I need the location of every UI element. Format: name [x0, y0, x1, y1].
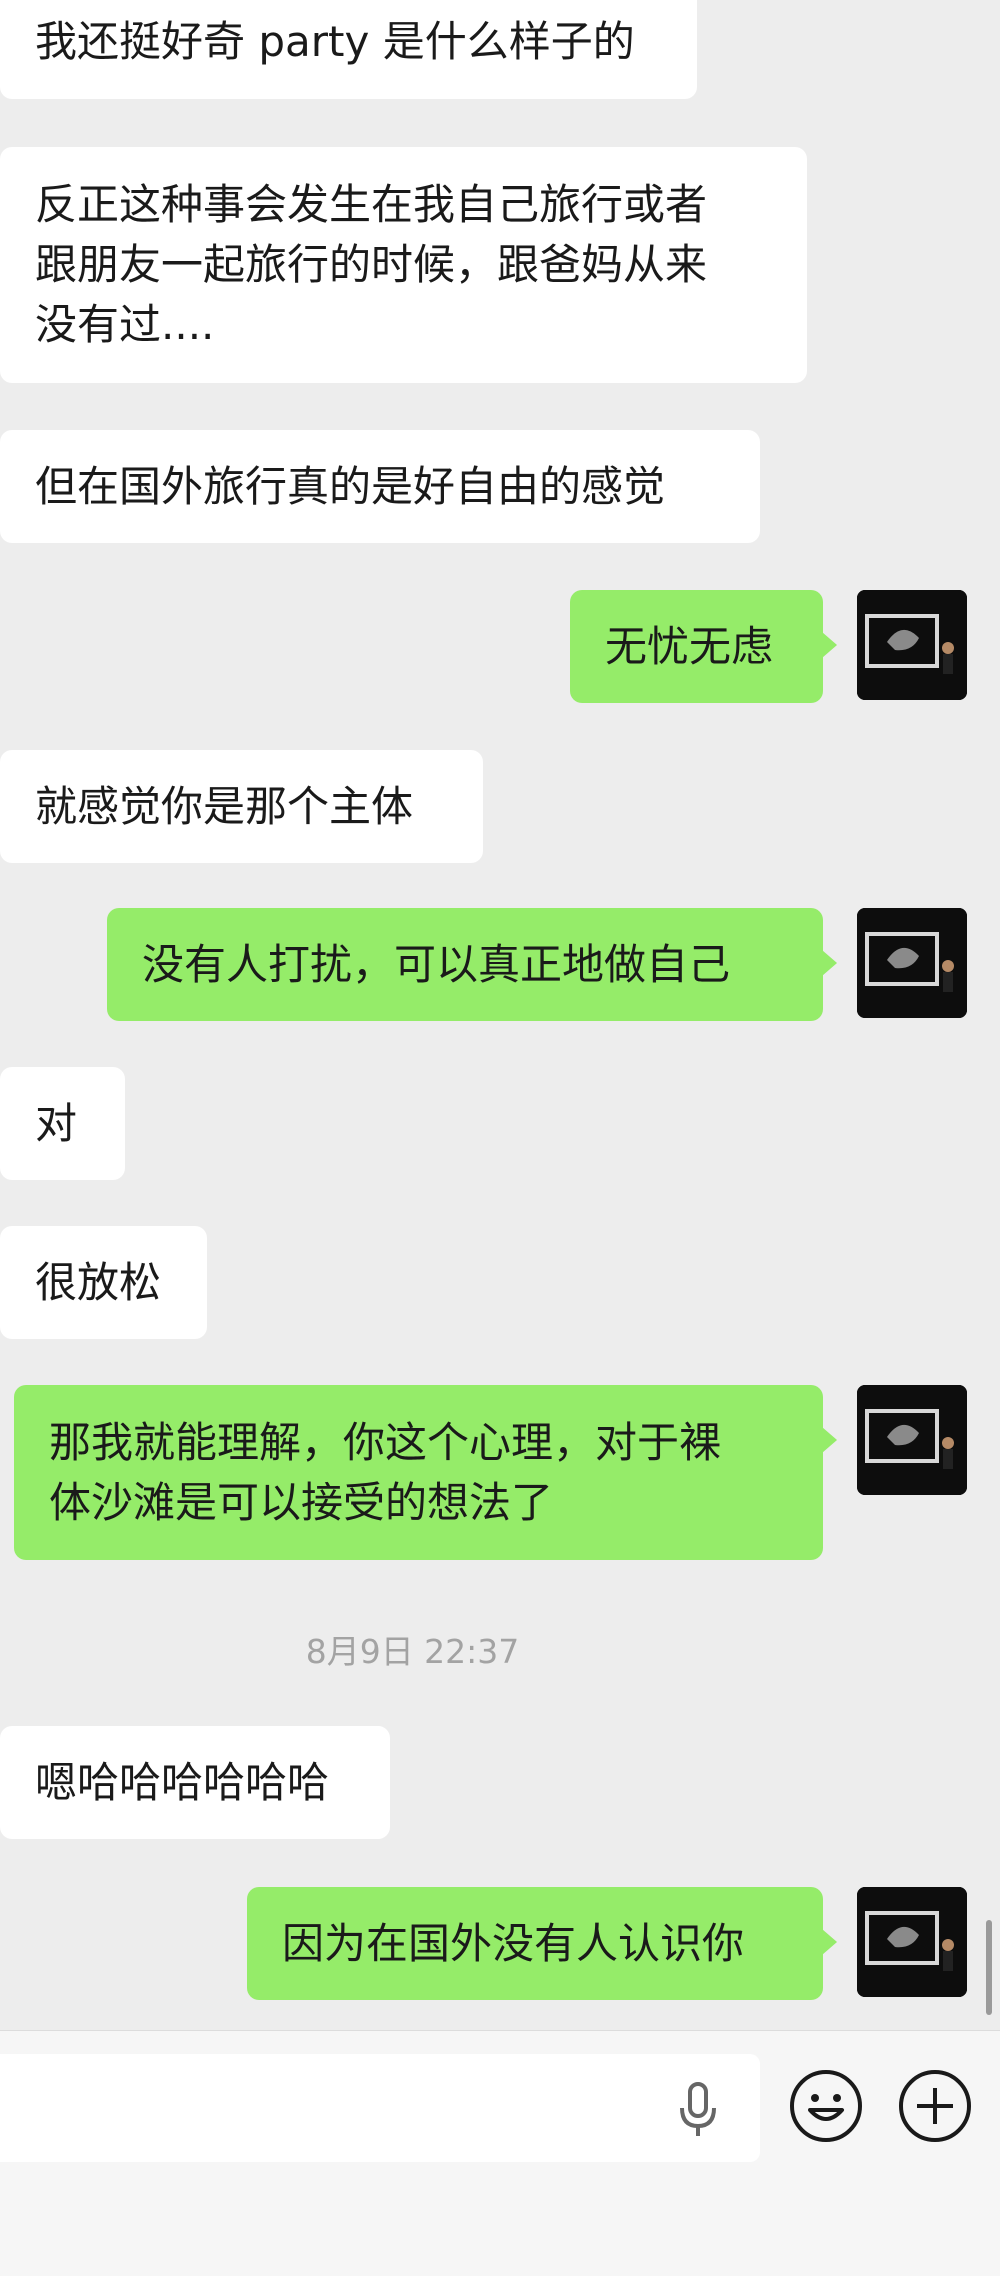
microphone-icon[interactable]	[670, 2080, 726, 2140]
chat-message-list[interactable]: 我还挺好奇 party 是什么样子的 反正这种事会发生在我自己旅行或者 跟朋友一…	[0, 0, 1000, 2030]
avatar-photo-icon	[857, 590, 967, 700]
message-bubble-received[interactable]: 对	[0, 1067, 125, 1180]
avatar[interactable]	[857, 590, 967, 700]
message-bubble-received[interactable]: 嗯哈哈哈哈哈哈	[0, 1726, 390, 1839]
scrollbar[interactable]	[986, 1920, 992, 2015]
message-bubble-received[interactable]: 很放松	[0, 1226, 207, 1339]
message-bubble-sent[interactable]: 那我就能理解，你这个心理，对于裸 体沙滩是可以接受的想法了	[14, 1385, 837, 1560]
message-bubble-sent[interactable]: 无忧无虑	[570, 590, 837, 703]
message-input[interactable]	[0, 2054, 760, 2162]
message-bubble-received[interactable]: 但在国外旅行真的是好自由的感觉	[0, 430, 760, 543]
avatar[interactable]	[857, 1887, 967, 1997]
message-bubble-sent[interactable]: 因为在国外没有人认识你	[247, 1887, 837, 2000]
message-timestamp: 8月9日 22:37	[305, 1632, 520, 1671]
avatar-photo-icon	[857, 908, 967, 1018]
message-bubble-received[interactable]: 我还挺好奇 party 是什么样子的	[0, 0, 697, 99]
input-toolbar	[0, 2030, 1000, 2276]
message-bubble-received[interactable]: 就感觉你是那个主体	[0, 750, 483, 863]
avatar[interactable]	[857, 908, 967, 1018]
avatar[interactable]	[857, 1385, 967, 1495]
avatar-photo-icon	[857, 1887, 967, 1997]
avatar-photo-icon	[857, 1385, 967, 1495]
message-bubble-received[interactable]: 反正这种事会发生在我自己旅行或者 跟朋友一起旅行的时候，跟爸妈从来 没有过...…	[0, 147, 807, 383]
plus-icon[interactable]	[897, 2068, 973, 2144]
emoji-icon[interactable]	[788, 2068, 864, 2144]
message-bubble-sent[interactable]: 没有人打扰，可以真正地做自己	[107, 908, 837, 1021]
